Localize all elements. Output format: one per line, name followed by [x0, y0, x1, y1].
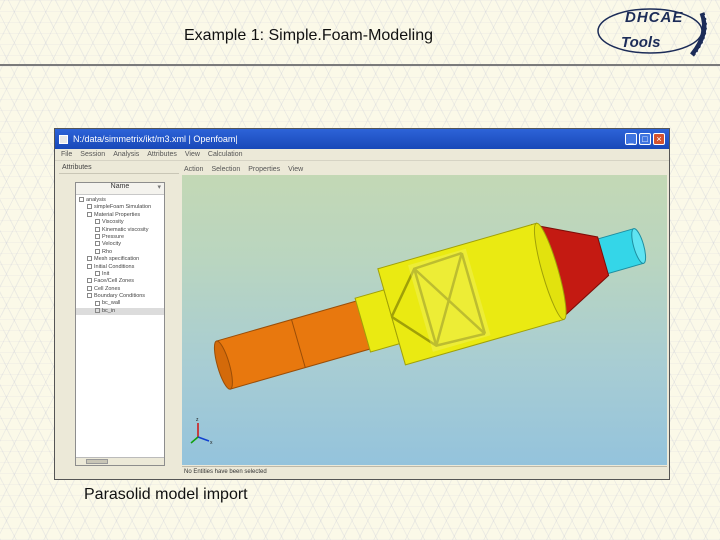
tree-expander-icon[interactable] — [87, 263, 92, 269]
geometry-model[interactable]: z x — [182, 175, 667, 465]
tree-horizontal-scrollbar[interactable] — [76, 457, 164, 465]
tree-expander-icon[interactable] — [95, 234, 100, 239]
menu-file[interactable]: File — [61, 151, 72, 158]
tree-expander-icon[interactable] — [95, 270, 100, 276]
tree-item-label: Boundary Conditions — [94, 293, 146, 300]
tree-column-name: Name — [110, 183, 130, 190]
menu-analysis[interactable]: Analysis — [113, 151, 139, 158]
menubar: File Session Analysis Attributes View Ca… — [55, 149, 669, 161]
application-window: N:/data/simmetrix/ikt/m3.xml | Openfoam|… — [54, 128, 670, 480]
tree-item-label: Velocity — [102, 241, 121, 248]
tree-expander-icon[interactable] — [95, 248, 100, 254]
tree-item-label: Material Properties — [94, 211, 141, 218]
tree-expander-icon[interactable] — [95, 226, 100, 232]
tree-item-label: simpleFoam Simulation — [94, 204, 152, 211]
tree-expander-icon[interactable] — [87, 204, 92, 210]
tree-expander-icon[interactable] — [87, 256, 92, 262]
tree-item-label: Kinematic viscosity — [102, 226, 149, 233]
status-bar: No Entities have been selected — [182, 466, 667, 477]
slide-caption: Parasolid model import — [84, 486, 248, 503]
tree-expander-icon[interactable] — [95, 300, 100, 306]
svg-text:z: z — [196, 417, 199, 423]
tree-item[interactable]: Initial Conditions — [76, 264, 164, 271]
window-title: N:/data/simmetrix/ikt/m3.xml | Openfoam| — [73, 134, 238, 144]
slide-title: Example 1: Simple.Foam-Modeling — [184, 27, 433, 44]
tree-list: analysis simpleFoam Simulation Material Pr… — [76, 195, 164, 316]
3d-viewport[interactable]: z x — [182, 175, 667, 465]
tree-expander-icon[interactable] — [87, 211, 92, 217]
tree-item[interactable]: analysis — [76, 197, 164, 204]
tree-item[interactable]: Viscosity — [76, 219, 164, 226]
tree-item-label: bc_wall — [102, 300, 121, 307]
tree-expander-icon[interactable] — [87, 278, 92, 284]
tree-item-label: Cell Zones — [94, 285, 121, 292]
scrollbar-thumb[interactable] — [86, 459, 108, 464]
tree-item[interactable]: Face/Cell Zones — [76, 278, 164, 285]
window-titlebar[interactable]: N:/data/simmetrix/ikt/m3.xml | Openfoam|… — [55, 129, 669, 149]
tree-item-label: Rho — [102, 248, 113, 255]
application-icon — [59, 134, 68, 144]
svg-text:x: x — [210, 440, 213, 446]
tree-item[interactable]: Boundary Conditions — [76, 293, 164, 300]
tree-expander-icon[interactable] — [95, 219, 100, 225]
tree-expander-icon[interactable] — [87, 293, 92, 299]
attributes-panel: Attributes Name ▾ analysis simpleFoam Sim… — [59, 164, 179, 477]
tree-item[interactable]: Velocity — [76, 241, 164, 248]
tree-item[interactable]: Init — [76, 271, 164, 278]
menu-session[interactable]: Session — [80, 151, 105, 158]
tree-item[interactable]: Cell Zones — [76, 286, 164, 293]
tree-item[interactable]: Pressure — [76, 234, 164, 241]
logo-text-dhcae: DHCAE — [625, 9, 684, 26]
tree-item[interactable]: Mesh specification — [76, 256, 164, 263]
toolbar-view[interactable]: View — [288, 166, 303, 173]
attribute-tree[interactable]: Name ▾ analysis simpleFoam Simulation Mate… — [75, 182, 165, 466]
maximize-button[interactable]: □ — [639, 133, 651, 145]
tree-item[interactable]: bc_in — [76, 307, 164, 316]
menu-view[interactable]: View — [185, 151, 200, 158]
tree-item[interactable]: bc_wall — [76, 300, 164, 307]
toolbar-properties[interactable]: Properties — [248, 166, 280, 173]
tree-item[interactable]: Rho — [76, 249, 164, 256]
tree-item-label: analysis — [86, 197, 106, 203]
tree-expander-icon[interactable] — [79, 197, 84, 203]
xyz-axes-icon: z x — [190, 417, 213, 446]
tree-item-label: Viscosity — [102, 219, 124, 226]
sort-arrow-icon[interactable]: ▾ — [157, 183, 161, 191]
minimize-button[interactable]: _ — [625, 133, 637, 145]
tree-expander-icon[interactable] — [87, 285, 92, 291]
tree-item-label: Face/Cell Zones — [94, 278, 135, 285]
tree-expander-icon[interactable] — [95, 307, 100, 313]
attributes-panel-header: Attributes — [59, 164, 179, 174]
logo-text-tools: Tools — [621, 34, 661, 51]
tree-item-label: Initial Conditions — [94, 263, 135, 270]
tree-item[interactable]: Kinematic viscosity — [76, 227, 164, 234]
tree-item-label: Pressure — [102, 233, 125, 240]
menu-calculation[interactable]: Calculation — [208, 151, 243, 158]
tree-expander-icon[interactable] — [95, 241, 100, 247]
close-button[interactable]: × — [653, 133, 665, 145]
inlet-pipe[interactable] — [215, 299, 376, 390]
tree-column-header[interactable]: Name ▾ — [76, 183, 164, 195]
tree-item-label: bc_in — [102, 307, 116, 314]
tree-item-label: Init — [102, 270, 110, 277]
model-panel: Action Selection Properties View z x No … — [182, 164, 667, 477]
dhcae-tools-logo: DHCAE Tools — [592, 5, 714, 61]
title-divider — [0, 64, 720, 66]
tree-item[interactable]: Material Properties — [76, 212, 164, 219]
toolbar-action[interactable]: Action — [184, 166, 203, 173]
tree-item[interactable]: simpleFoam Simulation — [76, 204, 164, 211]
toolbar-selection[interactable]: Selection — [211, 166, 240, 173]
viewer-toolbar: Action Selection Properties View — [182, 164, 667, 175]
tree-item-label: Mesh specification — [94, 256, 140, 263]
menu-attributes[interactable]: Attributes — [147, 151, 177, 158]
